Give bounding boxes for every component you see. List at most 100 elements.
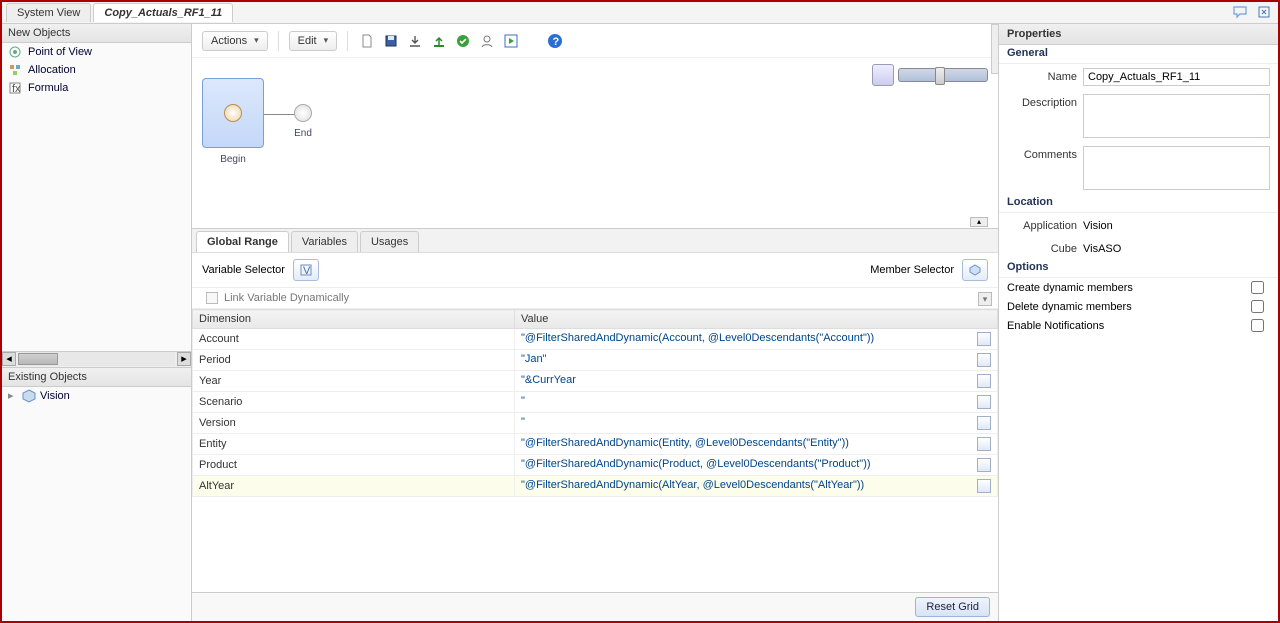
begin-node[interactable]: Begin	[202, 78, 264, 165]
download-icon[interactable]	[406, 32, 424, 50]
application-value: Vision	[1083, 217, 1113, 232]
table-row[interactable]: AltYear@FilterSharedAndDynamic(AltYear, …	[193, 476, 998, 497]
name-label: Name	[1007, 68, 1077, 83]
value-cell[interactable]	[515, 392, 998, 413]
dimension-cell[interactable]: Version	[193, 413, 515, 434]
scroll-right-icon[interactable]: ▸	[177, 352, 191, 366]
scroll-track[interactable]	[18, 352, 175, 366]
tab-active-rule[interactable]: Copy_Actuals_RF1_11	[93, 3, 233, 22]
row-picker-icon[interactable]	[977, 332, 991, 346]
row-picker-icon[interactable]	[977, 353, 991, 367]
help-icon[interactable]: ?	[546, 32, 564, 50]
chat-icon[interactable]	[1232, 4, 1248, 20]
row-picker-icon[interactable]	[977, 374, 991, 388]
edit-menu[interactable]: Edit	[289, 31, 338, 51]
run-icon[interactable]	[502, 32, 520, 50]
row-picker-icon[interactable]	[977, 437, 991, 451]
table-row[interactable]: Entity@FilterSharedAndDynamic(Entity, @L…	[193, 434, 998, 455]
table-row[interactable]: PeriodJan"	[193, 350, 998, 371]
section-location: Location	[999, 194, 1278, 213]
scroll-thumb[interactable]	[18, 353, 58, 365]
dimension-cell[interactable]: Period	[193, 350, 515, 371]
actions-menu[interactable]: Actions	[202, 31, 268, 51]
pov-icon	[8, 45, 22, 59]
user-icon[interactable]	[478, 32, 496, 50]
grid-options-dropdown[interactable]: ▾	[978, 292, 992, 306]
member-selector-label: Member Selector	[870, 264, 954, 276]
row-picker-icon[interactable]	[977, 479, 991, 493]
deploy-icon[interactable]	[430, 32, 448, 50]
end-node[interactable]: End	[294, 78, 312, 139]
dimension-cell[interactable]: Entity	[193, 434, 515, 455]
value-cell[interactable]: @FilterSharedAndDynamic(Account, @Level0…	[515, 329, 998, 350]
close-tab-icon[interactable]	[1256, 4, 1272, 20]
new-obj-allocation[interactable]: Allocation	[2, 61, 191, 79]
save-icon[interactable]	[382, 32, 400, 50]
collapse-up-icon[interactable]: ▴	[970, 217, 988, 227]
tab-usages[interactable]: Usages	[360, 231, 419, 252]
properties-header: Properties	[999, 24, 1278, 45]
table-row[interactable]: Product@FilterSharedAndDynamic(Product, …	[193, 455, 998, 476]
left-hscroll[interactable]: ◂ ▸	[2, 351, 191, 367]
value-cell[interactable]	[515, 413, 998, 434]
col-value[interactable]: Value	[515, 310, 998, 329]
row-picker-icon[interactable]	[977, 458, 991, 472]
cube-icon	[22, 389, 36, 403]
expand-icon[interactable]: ▸	[8, 389, 18, 402]
table-row[interactable]: Version	[193, 413, 998, 434]
svg-text:?: ?	[553, 36, 560, 48]
comments-field[interactable]	[1083, 146, 1270, 190]
begin-label: Begin	[220, 154, 246, 165]
name-field[interactable]	[1083, 68, 1270, 86]
link-dyn-checkbox[interactable]	[206, 292, 218, 304]
table-row[interactable]: Year&CurrYear	[193, 371, 998, 392]
dimension-cell[interactable]: Year	[193, 371, 515, 392]
tree-vision[interactable]: ▸ Vision	[2, 387, 191, 405]
collapse-right-handle[interactable]	[991, 24, 999, 74]
variable-selector-button[interactable]: V	[293, 259, 319, 281]
row-picker-icon[interactable]	[977, 395, 991, 409]
link-dyn-label: Link Variable Dynamically	[224, 292, 349, 304]
value-cell[interactable]: @FilterSharedAndDynamic(AltYear, @Level0…	[515, 476, 998, 497]
tab-system-view[interactable]: System View	[6, 3, 91, 22]
scroll-left-icon[interactable]: ◂	[2, 352, 16, 366]
validate-icon[interactable]	[454, 32, 472, 50]
description-field[interactable]	[1083, 94, 1270, 138]
reset-grid-button[interactable]: Reset Grid	[915, 597, 990, 617]
dimension-cell[interactable]: Scenario	[193, 392, 515, 413]
value-cell[interactable]: @FilterSharedAndDynamic(Product, @Level0…	[515, 455, 998, 476]
begin-dot-icon	[224, 104, 242, 122]
value-cell[interactable]: &CurrYear	[515, 371, 998, 392]
col-dimension[interactable]: Dimension	[193, 310, 515, 329]
tab-variables[interactable]: Variables	[291, 231, 358, 252]
member-selector-button[interactable]	[962, 259, 988, 281]
flow-connector	[264, 114, 298, 115]
editor-panel: Actions Edit ? Begin	[192, 24, 998, 621]
svg-text:fx: fx	[12, 83, 21, 95]
formula-icon: fx	[8, 81, 22, 95]
flow-canvas[interactable]: Begin End	[192, 58, 998, 228]
value-cell[interactable]: @FilterSharedAndDynamic(Entity, @Level0D…	[515, 434, 998, 455]
opt-create-dyn-checkbox[interactable]	[1251, 281, 1264, 294]
opt-delete-dyn-checkbox[interactable]	[1251, 300, 1264, 313]
value-cell[interactable]: Jan"	[515, 350, 998, 371]
dimension-cell[interactable]: AltYear	[193, 476, 515, 497]
dimension-cell[interactable]: Product	[193, 455, 515, 476]
new-doc-icon[interactable]	[358, 32, 376, 50]
tab-global-range[interactable]: Global Range	[196, 231, 289, 252]
cube-label: Cube	[1007, 240, 1077, 255]
table-row[interactable]: Scenario	[193, 392, 998, 413]
left-panel: New Objects Point of View Allocation fx …	[2, 24, 192, 621]
section-options: Options	[999, 259, 1278, 278]
row-picker-icon[interactable]	[977, 416, 991, 430]
variable-selector-label: Variable Selector	[202, 264, 285, 276]
new-obj-formula[interactable]: fx Formula	[2, 79, 191, 97]
table-row[interactable]: Account@FilterSharedAndDynamic(Account, …	[193, 329, 998, 350]
properties-panel: Properties General Name Description Comm…	[998, 24, 1278, 621]
dimension-cell[interactable]: Account	[193, 329, 515, 350]
new-obj-pov[interactable]: Point of View	[2, 43, 191, 61]
opt-notifications-checkbox[interactable]	[1251, 319, 1264, 332]
label: Point of View	[28, 46, 92, 58]
dimension-grid: Dimension Value Account@FilterSharedAndD…	[192, 309, 998, 592]
new-objects-header: New Objects	[2, 24, 191, 43]
